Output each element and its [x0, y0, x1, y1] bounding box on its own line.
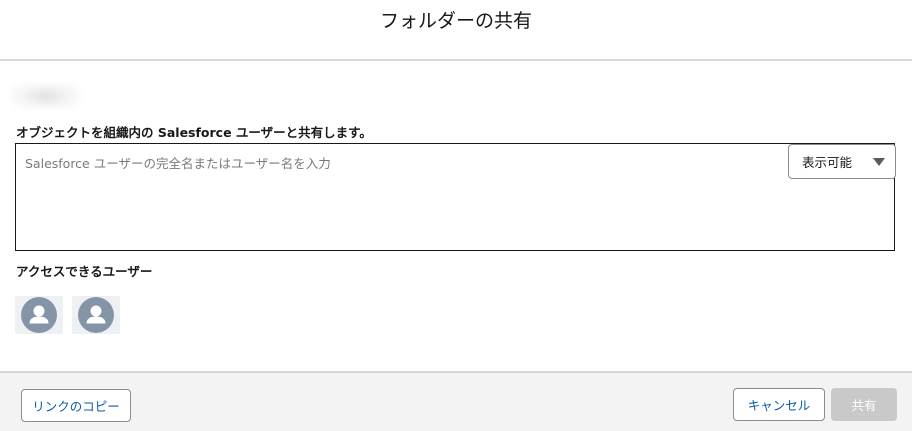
modal-title: フォルダーの共有 — [379, 9, 532, 32]
user-icon — [78, 297, 114, 333]
user-search-box[interactable]: 表示可能 — [15, 143, 896, 251]
user-icon — [21, 297, 57, 333]
access-level-dropdown[interactable]: 表示可能 — [788, 144, 896, 179]
copy-link-button[interactable]: リンクのコピー — [21, 389, 131, 422]
users-with-access-list — [15, 296, 120, 334]
avatar[interactable] — [15, 296, 63, 334]
access-level-value: 表示可能 — [802, 155, 853, 170]
users-with-access-label: アクセスできるユーザー — [16, 264, 153, 279]
avatar[interactable] — [72, 296, 120, 334]
cancel-button[interactable]: キャンセル — [733, 388, 825, 421]
share-button[interactable]: 共有 — [831, 388, 897, 421]
modal-header: フォルダーの共有 — [0, 0, 912, 61]
caret-down-icon — [873, 158, 885, 166]
share-folder-modal: フォルダーの共有 オブジェクトを組織内の Salesforce ユーザーと共有し… — [0, 0, 912, 431]
user-search-input[interactable] — [25, 153, 725, 173]
blurred-folder-name — [12, 83, 80, 109]
modal-footer: リンクのコピー キャンセル 共有 — [0, 371, 912, 431]
share-instructions-label: オブジェクトを組織内の Salesforce ユーザーと共有します。 — [16, 125, 372, 140]
